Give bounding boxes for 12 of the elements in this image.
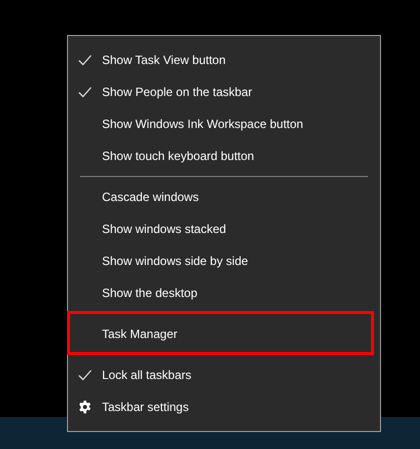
menu-item[interactable]: Lock all taskbars bbox=[68, 359, 380, 391]
settings-icon bbox=[78, 400, 92, 414]
menu-item[interactable]: Show Task View button bbox=[68, 44, 380, 76]
menu-item[interactable]: Show the desktop bbox=[68, 277, 380, 309]
menu-item[interactable]: Task Manager bbox=[68, 318, 380, 350]
menu-item[interactable]: Show touch keyboard button bbox=[68, 140, 380, 172]
menu-item[interactable]: Show People on the taskbar bbox=[68, 76, 380, 108]
menu-item[interactable]: Show Windows Ink Workspace button bbox=[68, 108, 380, 140]
menu-item[interactable]: Taskbar settings bbox=[68, 391, 380, 423]
menu-item[interactable]: Show windows stacked bbox=[68, 213, 380, 245]
menu-item[interactable]: Show windows side by side bbox=[68, 245, 380, 277]
menu-item[interactable]: Cascade windows bbox=[68, 181, 380, 213]
